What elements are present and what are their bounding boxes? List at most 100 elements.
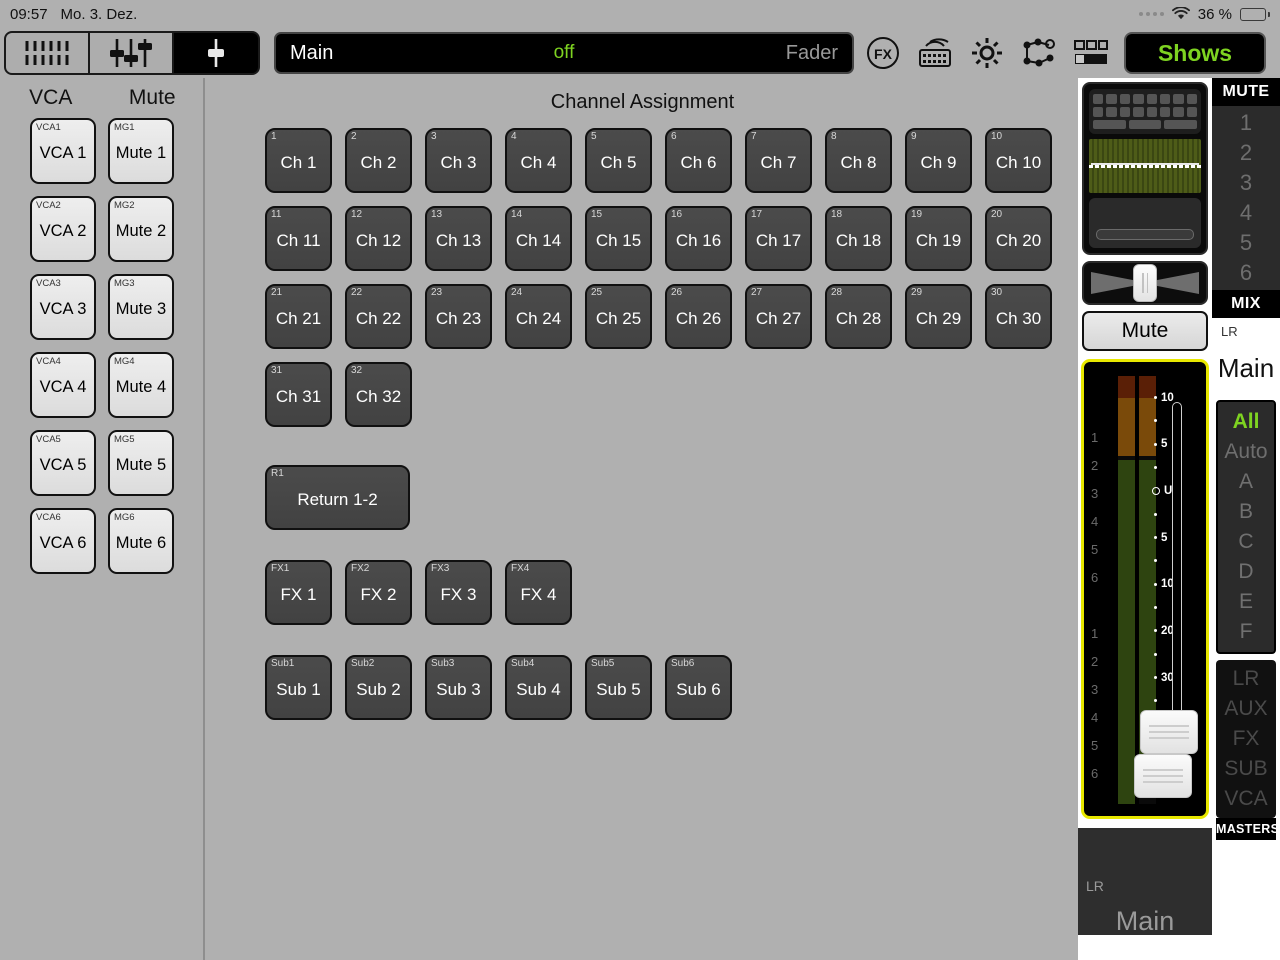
channel-button[interactable]: 9 Ch 9 [905,128,972,193]
layout-icon[interactable] [1072,36,1110,70]
layer-item-auto[interactable]: Auto [1218,437,1274,467]
channel-button[interactable]: 22 Ch 22 [345,284,412,349]
gate-grid-icon[interactable] [1089,89,1201,134]
pan-control[interactable] [1082,261,1208,305]
meter-num: 6 [1091,766,1099,781]
vca-button-1[interactable]: VCA1 VCA 1 [30,118,96,184]
channel-button[interactable]: 10 Ch 10 [985,128,1052,193]
channel-button[interactable]: 13 Ch 13 [425,206,492,271]
fx-button[interactable]: FX3 FX 3 [425,560,492,625]
channel-button[interactable]: 16 Ch 16 [665,206,732,271]
channel-button[interactable]: 17 Ch 17 [745,206,812,271]
layer-item-all[interactable]: All [1218,407,1274,437]
sub-label: Sub 4 [516,680,561,699]
mute-group-item-3[interactable]: 3 [1212,168,1280,198]
mute-group-button-3[interactable]: MG3 Mute 3 [108,274,174,340]
channel-button[interactable]: 21 Ch 21 [265,284,332,349]
channel-tag: 21 [271,287,283,298]
channel-button[interactable]: 24 Ch 24 [505,284,572,349]
channel-button[interactable]: 26 Ch 26 [665,284,732,349]
three-faders-view-button[interactable] [90,33,174,73]
sub-button[interactable]: Sub3 Sub 3 [425,655,492,720]
info-bar[interactable]: Main off Fader [274,32,854,74]
mute-group-button-5[interactable]: MG5 Mute 5 [108,430,174,496]
fx-button[interactable]: FX4 FX 4 [505,560,572,625]
sub-button[interactable]: Sub2 Sub 2 [345,655,412,720]
channel-button[interactable]: 8 Ch 8 [825,128,892,193]
vca-button-6[interactable]: VCA6 VCA 6 [30,508,96,574]
mute-group-item-5[interactable]: 5 [1212,228,1280,258]
mix-name-label[interactable]: Main [1212,339,1280,394]
channel-button[interactable]: 20 Ch 20 [985,206,1052,271]
pan-handle[interactable] [1133,264,1157,302]
mute-group-item-2[interactable]: 2 [1212,138,1280,168]
mute-group-item-4[interactable]: 4 [1212,198,1280,228]
channel-button[interactable]: 29 Ch 29 [905,284,972,349]
channel-button[interactable]: 25 Ch 25 [585,284,652,349]
wireless-keyboard-icon[interactable] [916,36,954,70]
layer-item-d[interactable]: D [1218,557,1274,587]
layer-item-b[interactable]: B [1218,497,1274,527]
layer-item-c[interactable]: C [1218,527,1274,557]
return-button[interactable]: R1 Return 1-2 [265,465,410,530]
channel-button[interactable]: 1 Ch 1 [265,128,332,193]
mute-button[interactable]: Mute [1082,311,1208,351]
mute-group-button-6[interactable]: MG6 Mute 6 [108,508,174,574]
fx-button[interactable]: FX1 FX 1 [265,560,332,625]
fader-handle-secondary[interactable] [1134,754,1192,798]
channel-button[interactable]: 14 Ch 14 [505,206,572,271]
channel-button[interactable]: 15 Ch 15 [585,206,652,271]
bus-item-aux[interactable]: AUX [1216,694,1276,724]
layer-item-e[interactable]: E [1218,587,1274,617]
fx-label: FX 4 [520,585,557,604]
shows-button[interactable]: Shows [1124,32,1266,74]
fader-track[interactable] [1172,402,1182,758]
fx-icon[interactable]: FX [864,36,902,70]
sub-button[interactable]: Sub6 Sub 6 [665,655,732,720]
channel-button[interactable]: 3 Ch 3 [425,128,492,193]
vca-button-4[interactable]: VCA4 VCA 4 [30,352,96,418]
sub-button[interactable]: Sub4 Sub 4 [505,655,572,720]
channel-button[interactable]: 28 Ch 28 [825,284,892,349]
channel-button[interactable]: 27 Ch 27 [745,284,812,349]
channel-button[interactable]: 6 Ch 6 [665,128,732,193]
mute-group-button-2[interactable]: MG2 Mute 2 [108,196,174,262]
channel-button[interactable]: 7 Ch 7 [745,128,812,193]
mute-group-item-1[interactable]: 1 [1212,108,1280,138]
mute-group-button-1[interactable]: MG1 Mute 1 [108,118,174,184]
fx-button[interactable]: FX2 FX 2 [345,560,412,625]
channel-button[interactable]: 32 Ch 32 [345,362,412,427]
bus-item-fx[interactable]: FX [1216,724,1276,754]
fader-handle-primary[interactable] [1140,710,1198,754]
hpf-slider-icon[interactable] [1089,198,1201,248]
bus-item-vca[interactable]: VCA [1216,784,1276,814]
mix-section-header: MIX [1212,290,1280,318]
routing-icon[interactable] [1020,36,1058,70]
channel-button[interactable]: 19 Ch 19 [905,206,972,271]
layer-item-a[interactable]: A [1218,467,1274,497]
vca-button-2[interactable]: VCA2 VCA 2 [30,196,96,262]
channel-button[interactable]: 30 Ch 30 [985,284,1052,349]
channel-button[interactable]: 11 Ch 11 [265,206,332,271]
vca-button-3[interactable]: VCA3 VCA 3 [30,274,96,340]
channel-button[interactable]: 2 Ch 2 [345,128,412,193]
layer-item-f[interactable]: F [1218,617,1274,647]
bus-item-sub[interactable]: SUB [1216,754,1276,784]
single-fader-view-button[interactable] [174,33,258,73]
channel-strips-view-button[interactable] [6,33,90,73]
eq-curve-icon[interactable] [1089,139,1201,193]
channel-button[interactable]: 4 Ch 4 [505,128,572,193]
channel-button[interactable]: 18 Ch 18 [825,206,892,271]
gear-icon[interactable] [968,36,1006,70]
channel-button[interactable]: 23 Ch 23 [425,284,492,349]
mute-group-button-4[interactable]: MG4 Mute 4 [108,352,174,418]
mute-group-item-6[interactable]: 6 [1212,258,1280,288]
channel-button[interactable]: 5 Ch 5 [585,128,652,193]
vca-button-5[interactable]: VCA5 VCA 5 [30,430,96,496]
fx-label: FX 1 [280,585,317,604]
channel-button[interactable]: 31 Ch 31 [265,362,332,427]
channel-button[interactable]: 12 Ch 12 [345,206,412,271]
sub-button[interactable]: Sub5 Sub 5 [585,655,652,720]
bus-item-lr[interactable]: LR [1216,664,1276,694]
sub-button[interactable]: Sub1 Sub 1 [265,655,332,720]
